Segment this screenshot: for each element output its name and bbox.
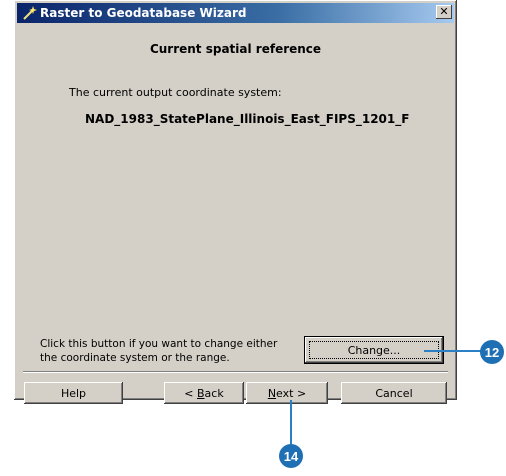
callout-12-leader xyxy=(424,350,486,352)
footer-separator xyxy=(23,371,448,373)
cancel-button-label: Cancel xyxy=(375,386,413,400)
focus-rect xyxy=(309,341,439,359)
page-heading: Current spatial reference xyxy=(149,42,322,56)
help-button-label: Help xyxy=(60,386,87,400)
callout-14-leader xyxy=(290,400,292,444)
coord-system-value: NAD_1983_StatePlane_Illinois_East_FIPS_1… xyxy=(85,112,410,126)
hint-line-1: Click this button if you want to change … xyxy=(40,338,278,350)
coord-system-label: The current output coordinate system: xyxy=(69,86,282,99)
callout-14-badge: 14 xyxy=(279,444,303,468)
cancel-button[interactable]: Cancel xyxy=(341,382,447,404)
title-bar[interactable]: Raster to Geodatabase Wizard ✕ xyxy=(17,3,454,23)
callout-12-badge: 12 xyxy=(480,340,504,364)
help-button[interactable]: Help xyxy=(24,382,123,404)
callout-14-number: 14 xyxy=(283,448,299,464)
next-button-label: Next > xyxy=(267,386,307,400)
hint-line-2: the coordinate system or the range. xyxy=(40,352,230,364)
back-button[interactable]: < Back xyxy=(164,382,244,404)
close-icon: ✕ xyxy=(439,5,449,18)
wizard-dialog: Raster to Geodatabase Wizard ✕ Current s… xyxy=(14,0,457,404)
wizard-wand-icon xyxy=(23,6,37,20)
close-button[interactable]: ✕ xyxy=(436,5,452,19)
back-button-label: < Back xyxy=(184,386,224,400)
window-title: Raster to Geodatabase Wizard xyxy=(40,6,247,20)
next-button[interactable]: Next > xyxy=(246,382,328,404)
change-button[interactable]: Change... xyxy=(305,337,443,363)
callout-12-number: 12 xyxy=(484,344,500,360)
change-hint-text: Click this button if you want to change … xyxy=(40,337,290,365)
